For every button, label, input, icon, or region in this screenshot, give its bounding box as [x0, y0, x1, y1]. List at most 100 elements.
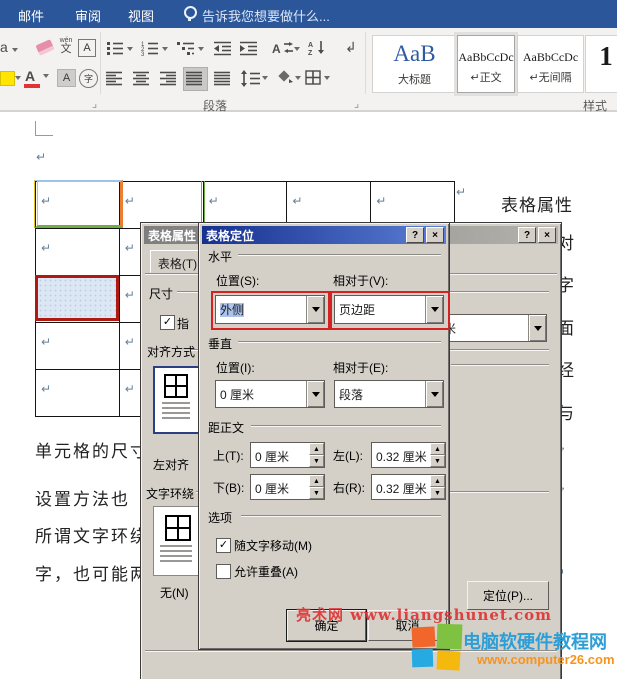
increase-indent-icon[interactable] [240, 41, 258, 56]
style-heading1[interactable]: 1 [585, 35, 617, 93]
cell-red-border-shaded[interactable] [35, 275, 119, 321]
spin-up-icon[interactable]: ▲ [309, 443, 324, 455]
distance-left-spinner[interactable]: 0.32 厘米 ▲▼ [371, 442, 446, 468]
combo-arrow-icon[interactable] [528, 315, 546, 341]
bullet-list-icon[interactable] [106, 41, 124, 56]
help-button[interactable]: ? [406, 227, 424, 243]
dialog-title: 表格定位 [206, 227, 254, 244]
spin-down-icon[interactable]: ▼ [309, 455, 324, 467]
v-relative-combobox[interactable]: 段落 [334, 380, 444, 408]
style-no-spacing[interactable]: AaBbCcDc ↵无间隔 [517, 35, 584, 93]
cell-mark: ↵ [292, 194, 302, 208]
align-right-icon[interactable] [160, 71, 177, 86]
table-positioning-dialog: 表格定位 ? × 水平 位置(S): 外侧 相对于(V): 页边距 垂直 位置(… [198, 222, 450, 650]
numbered-list-icon[interactable]: 1 2 3 [141, 41, 159, 56]
distance-right-spinner[interactable]: 0.32 厘米 ▲▼ [371, 474, 446, 500]
paragraph-dialog-launcher-icon[interactable]: ⌟ [354, 97, 359, 110]
vertical-groupbox-line [238, 341, 441, 342]
character-shading-icon[interactable]: A [57, 69, 76, 87]
svg-text:3: 3 [141, 52, 145, 56]
help-button[interactable]: ? [518, 227, 536, 243]
font-color-bar [24, 84, 40, 88]
document-text-line: 所谓文字环绕 [35, 522, 149, 547]
distance-bottom-spinner[interactable]: 0 厘米 ▲▼ [250, 474, 325, 500]
cell-mark: ↵ [125, 288, 135, 302]
move-with-text-checkbox[interactable]: ✓ [216, 538, 231, 553]
cell-colored-borders [34, 180, 123, 228]
ribbon-tab[interactable]: 邮件 [18, 6, 44, 25]
chevron-down-icon [43, 74, 49, 81]
alignment-section-label: 对齐方式 [147, 343, 195, 360]
distance-left-label: 左(L): [333, 447, 363, 464]
align-left-icon[interactable] [106, 71, 123, 86]
table-cell[interactable]: ↵ [36, 229, 120, 276]
align-justify-icon[interactable] [186, 71, 203, 86]
ribbon-tab[interactable]: 审阅 [75, 6, 101, 25]
cell-mark: ↵ [125, 335, 135, 349]
align-center-icon[interactable] [133, 71, 150, 86]
highlight-color-icon[interactable] [0, 71, 15, 86]
document-text-line: 字，也可能两 [35, 560, 149, 585]
show-hide-marks-icon[interactable]: ↲ [345, 39, 357, 56]
cell-mark: ↵ [125, 194, 135, 208]
chevron-down-icon [127, 47, 133, 54]
table-cell[interactable]: ↵ [36, 323, 120, 370]
right-divider-line [451, 364, 549, 365]
borders-icon[interactable] [305, 70, 322, 85]
enclose-character-icon[interactable]: 字 [79, 69, 98, 88]
asian-layout-icon[interactable]: A [272, 40, 293, 56]
align-left-thumbnail[interactable] [153, 366, 203, 434]
v-position-combobox[interactable]: 0 厘米 [215, 380, 325, 408]
character-border-icon[interactable]: A [78, 39, 96, 57]
chevron-down-icon [12, 48, 18, 55]
logo-square-green [437, 624, 463, 650]
font-size-partial[interactable]: a [0, 39, 8, 55]
pinyin-guide-icon[interactable]: wén 文 [57, 37, 75, 55]
document-heading: 表格属性 [501, 191, 573, 216]
font-dialog-launcher-icon[interactable]: ⌟ [92, 97, 97, 110]
table-cell[interactable]: ↵ [36, 370, 120, 417]
table-positioning-titlebar[interactable]: 表格定位 ? × [202, 226, 446, 244]
cell-mark: ↵ [209, 194, 219, 208]
wrap-none-thumbnail[interactable] [153, 506, 201, 576]
red-annotation-box [330, 291, 450, 330]
spin-down-icon[interactable]: ▼ [430, 455, 445, 467]
spin-up-icon[interactable]: ▲ [430, 475, 445, 487]
style-normal[interactable]: AaBbCcDc ↵正文 [457, 35, 515, 93]
ribbon-tab[interactable]: 视图 [128, 6, 154, 25]
eraser-icon[interactable] [35, 39, 54, 56]
decrease-indent-icon[interactable] [214, 41, 232, 56]
font-color-icon[interactable]: A [25, 68, 35, 84]
options-groupbox-line [241, 515, 441, 516]
align-left-caption: 左对齐 [153, 456, 189, 473]
combo-arrow-icon[interactable] [425, 381, 443, 407]
logo-square-blue [412, 649, 434, 668]
distance-section-label: 距正文 [208, 419, 244, 436]
chevron-down-icon [162, 47, 168, 54]
spin-up-icon[interactable]: ▲ [430, 443, 445, 455]
spin-down-icon[interactable]: ▼ [309, 487, 324, 499]
allow-overlap-checkbox[interactable] [216, 564, 231, 579]
spin-up-icon[interactable]: ▲ [309, 475, 324, 487]
multilevel-list-icon[interactable] [177, 41, 195, 56]
combo-arrow-icon[interactable] [306, 381, 324, 407]
size-section-label: 尺寸 [149, 285, 173, 302]
cell-mark: ↵ [125, 241, 135, 255]
distance-top-spinner[interactable]: 0 厘米 ▲▼ [250, 442, 325, 468]
close-button[interactable]: × [426, 227, 444, 243]
close-button[interactable]: × [538, 227, 556, 243]
sort-icon[interactable]: A Z [308, 40, 326, 56]
tab-table[interactable]: 表格(T) [150, 250, 205, 273]
spin-down-icon[interactable]: ▼ [430, 487, 445, 499]
distance-right-label: 右(R): [333, 479, 365, 496]
tell-me-box[interactable]: 告诉我您想要做什么... [202, 6, 330, 25]
specify-width-checkbox[interactable]: ✓ [160, 315, 175, 330]
distribute-text-icon[interactable] [214, 71, 231, 86]
chevron-down-icon [262, 76, 268, 83]
cell-mark: ↵ [376, 194, 386, 208]
shading-bucket-icon[interactable] [276, 70, 294, 85]
style-big-title[interactable]: AaB 大标题 [372, 35, 457, 93]
site-name: 电脑软硬件教程网 [463, 628, 607, 654]
line-spacing-icon[interactable] [241, 70, 261, 87]
margin-corner-mark [35, 121, 53, 136]
